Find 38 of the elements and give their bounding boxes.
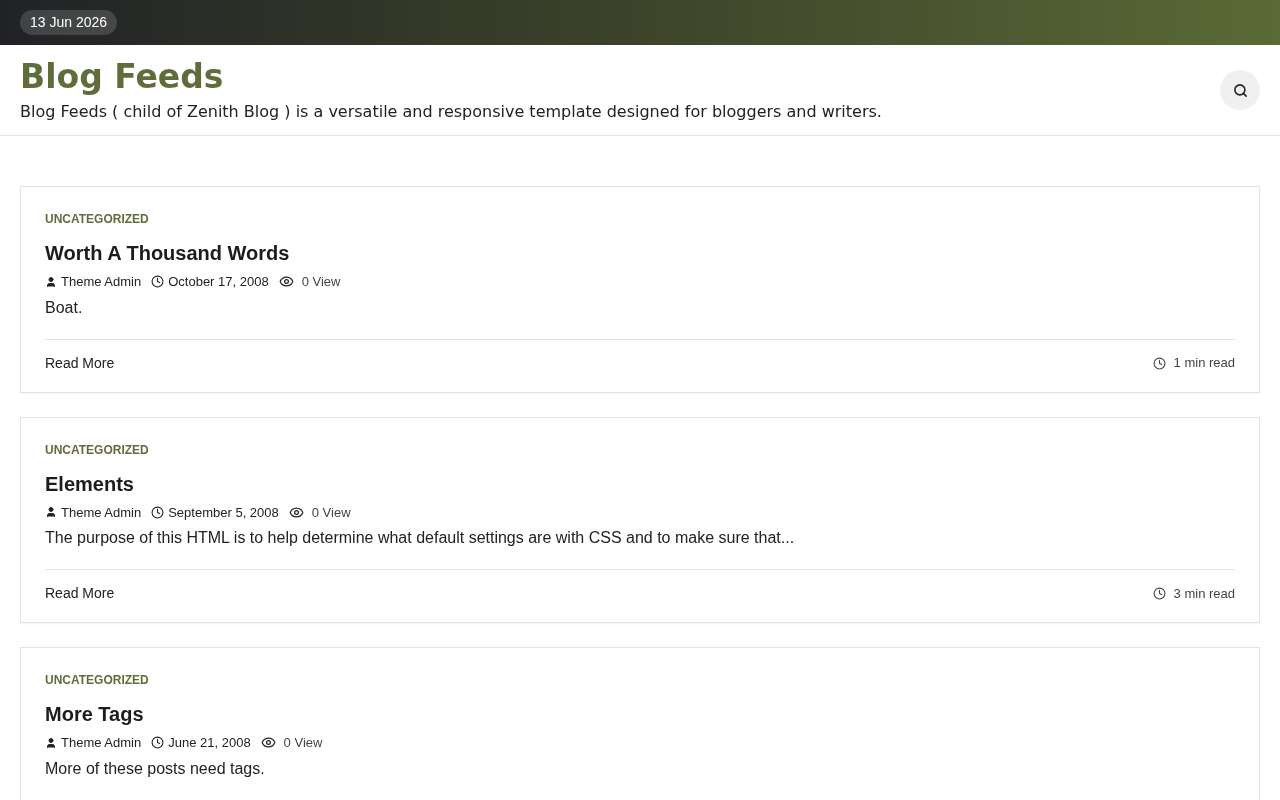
post-excerpt: The purpose of this HTML is to help determine what default settings are with CSS and to make sure that... <box>45 528 796 548</box>
clock-icon <box>1152 587 1166 600</box>
view-count: 0 View <box>311 503 351 522</box>
site-tagline: Blog Feeds ( child of Zenith Blog ) is a versatile and responsive template designed for bloggers and writers. <box>20 101 882 123</box>
date-badge: 13 Jun 2026 <box>20 10 118 35</box>
category-link[interactable]: UNCATEGORIZED <box>45 671 1235 689</box>
post-excerpt: Boat. <box>45 297 84 318</box>
user-icon <box>45 736 57 749</box>
eye-icon <box>278 274 294 290</box>
clock-icon <box>151 736 165 750</box>
category-link[interactable]: UNCATEGORIZED <box>45 210 1235 228</box>
search-button[interactable] <box>1220 70 1260 110</box>
clock-icon <box>1152 356 1166 370</box>
category-link[interactable]: UNCATEGORIZED <box>45 440 1235 459</box>
post-excerpt: More of these posts need tags. <box>45 758 266 779</box>
read-time: 1 min read <box>1173 354 1235 373</box>
search-icon <box>1232 82 1248 98</box>
view-count: 0 View <box>283 734 323 752</box>
post-title[interactable]: More Tags <box>45 699 1235 729</box>
eye-icon <box>260 735 276 751</box>
post-title[interactable]: Worth A Thousand Words <box>45 238 1235 268</box>
user-icon <box>45 275 57 288</box>
read-more-link[interactable]: Read More <box>45 352 115 374</box>
read-more-link[interactable]: Read More <box>45 583 115 604</box>
author-link[interactable]: Theme Admin <box>61 272 142 292</box>
read-time: 3 min read <box>1173 584 1235 603</box>
eye-icon <box>288 504 304 520</box>
post-title[interactable]: Elements <box>45 468 1235 499</box>
post-date[interactable]: October 17, 2008 <box>168 272 269 292</box>
view-count: 0 View <box>301 273 341 291</box>
post-date[interactable]: September 5, 2008 <box>168 502 279 522</box>
clock-icon <box>151 505 165 519</box>
site-title[interactable]: Blog Feeds <box>20 56 882 98</box>
post-date[interactable]: June 21, 2008 <box>168 733 251 753</box>
author-link[interactable]: Theme Admin <box>61 502 142 522</box>
author-link[interactable]: Theme Admin <box>61 733 142 753</box>
clock-icon <box>151 275 165 289</box>
user-icon <box>45 506 57 519</box>
